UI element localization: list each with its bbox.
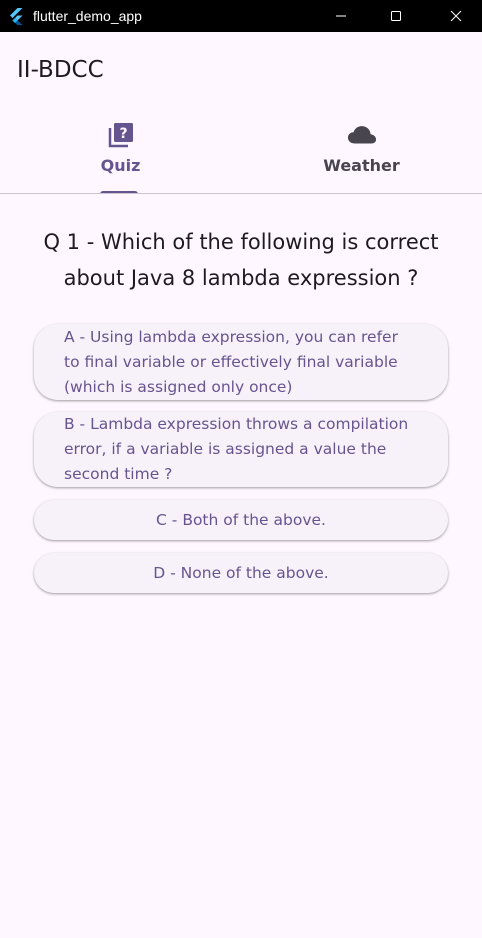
- answer-label-c: C - Both of the above.: [156, 510, 326, 529]
- tab-quiz[interactable]: ? Quiz: [0, 110, 241, 195]
- answer-label-d: D - None of the above.: [153, 563, 329, 582]
- maximize-icon: [390, 7, 402, 26]
- tab-weather[interactable]: Weather: [241, 110, 482, 195]
- answer-label-b: B - Lambda expression throws a compilati…: [64, 415, 409, 483]
- window-titlebar[interactable]: flutter_demo_app: [0, 0, 482, 32]
- app-bar-title: II-BDCC: [17, 57, 104, 83]
- close-icon: [450, 7, 462, 26]
- answer-button-d[interactable]: D - None of the above.: [34, 553, 448, 593]
- flutter-logo-icon: [7, 7, 25, 25]
- answer-button-c[interactable]: C - Both of the above.: [34, 500, 448, 540]
- app-window: flutter_demo_app II-BDCC ? Quiz Weather …: [0, 0, 482, 938]
- question-text: Q 1 - Which of the following is correct …: [43, 230, 439, 290]
- minimize-button[interactable]: [318, 0, 364, 32]
- tab-weather-label: Weather: [323, 156, 400, 175]
- maximize-button[interactable]: [373, 0, 419, 32]
- answer-button-b[interactable]: B - Lambda expression throws a compilati…: [34, 412, 448, 487]
- tab-divider: [0, 193, 482, 194]
- window-title: flutter_demo_app: [33, 8, 142, 24]
- close-button[interactable]: [433, 0, 479, 32]
- cloud-icon: [347, 120, 377, 150]
- tab-quiz-label: Quiz: [100, 156, 141, 175]
- minimize-icon: [335, 7, 347, 26]
- tab-bar: ? Quiz Weather: [0, 110, 482, 195]
- answer-label-a: A - Using lambda expression, you can ref…: [64, 327, 398, 396]
- quiz-icon: ?: [106, 120, 136, 150]
- svg-text:?: ?: [119, 126, 127, 142]
- answer-button-a[interactable]: A - Using lambda expression, you can ref…: [34, 324, 448, 400]
